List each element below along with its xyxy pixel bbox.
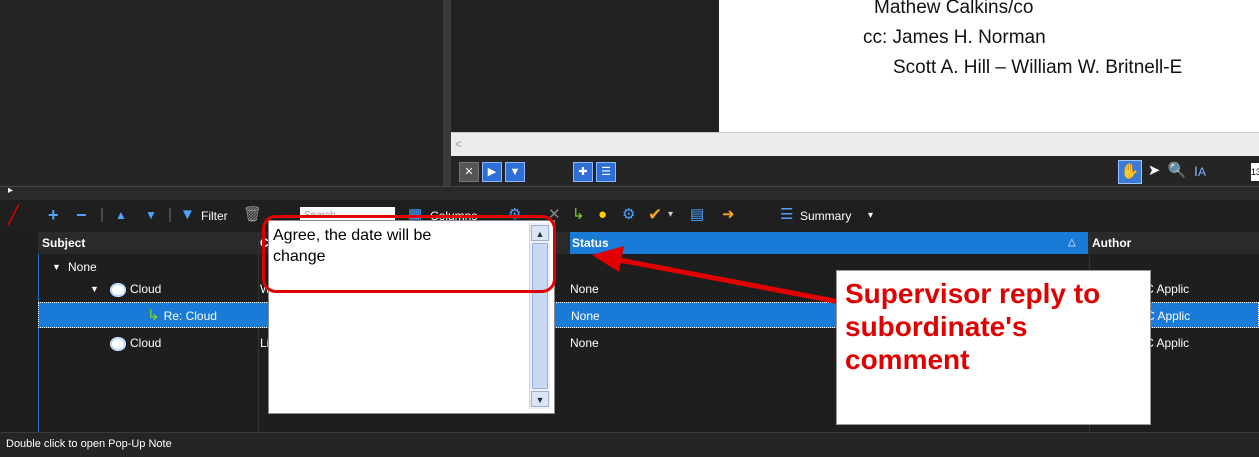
status-text: Double click to open Pop-Up Note — [6, 438, 172, 450]
annotation-callout: Supervisor reply to subordinate's commen… — [836, 270, 1151, 425]
arrow-shaft — [613, 256, 841, 305]
callout-text: Supervisor reply to subordinate's commen… — [845, 278, 1101, 375]
arrow-head — [592, 246, 624, 272]
status-bar: Double click to open Pop-Up Note — [0, 432, 1259, 457]
